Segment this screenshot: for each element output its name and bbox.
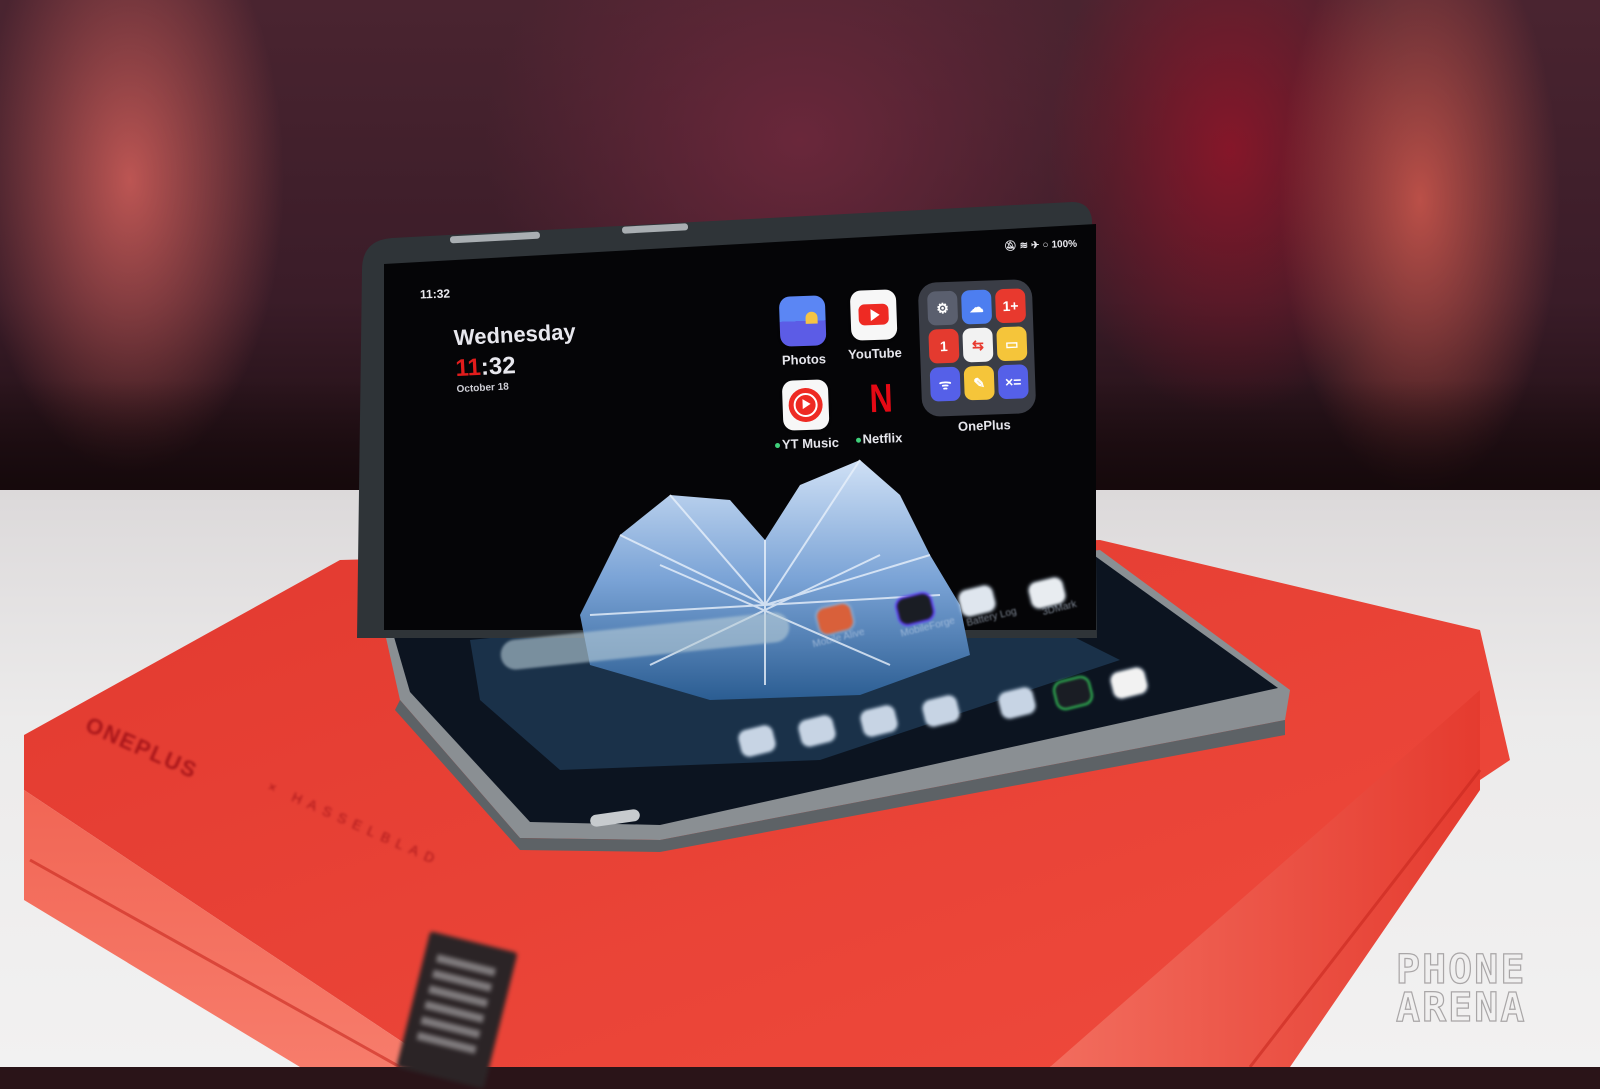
wifi-icon: ≋ (1019, 240, 1029, 252)
app-youtube[interactable]: YouTube (833, 289, 915, 363)
yt-music-icon (781, 379, 830, 431)
status-bar-time: 11:32 (419, 286, 451, 302)
airplane-icon: ✈ (1030, 240, 1040, 252)
new-install-dot (855, 437, 861, 443)
clock-hour: 11 (454, 353, 482, 383)
photos-icon (778, 295, 827, 347)
app-yt-music[interactable]: YT Music (765, 379, 847, 453)
clock-minutes: :32 (480, 352, 517, 381)
app-label: Photos (781, 351, 827, 368)
netflix-icon: N (868, 376, 894, 422)
app-netflix[interactable]: N Netflix (837, 374, 919, 448)
watermark-line: ARENA (1395, 985, 1527, 1031)
settings-icon[interactable]: ⚙ (927, 290, 959, 326)
battery-percentage: 100% (1051, 238, 1078, 251)
new-install-dot (774, 442, 781, 449)
clock-widget[interactable]: Wednesday 11:32 October 18 (453, 319, 578, 395)
weather-icon[interactable]: ☁ (960, 289, 993, 325)
files-icon[interactable]: ▭ (996, 326, 1028, 362)
crystal-art (580, 459, 970, 700)
calendar-icon[interactable]: 1 (928, 328, 960, 364)
app-label: YouTube (847, 345, 903, 362)
watermark-line: PHONE (1395, 947, 1527, 993)
clone-phone-icon[interactable]: ⇆ (962, 327, 994, 363)
crystal-wallpaper (560, 455, 980, 705)
app-photos[interactable]: Photos (762, 295, 844, 369)
phonearena-watermark: PHONE ARENA (1395, 947, 1527, 1031)
folder-label: OnePlus (957, 417, 1011, 434)
app-label: YT Music (774, 435, 839, 452)
calculator-icon[interactable]: ×= (997, 364, 1029, 400)
youtube-icon (849, 289, 898, 341)
oneplus-community-icon[interactable]: 1+ (994, 288, 1027, 324)
clock-day: Wednesday (453, 318, 577, 351)
notes-icon[interactable]: ✎ (963, 365, 995, 401)
battery-icon: ○ (1042, 239, 1049, 251)
crystal-shape (580, 460, 970, 700)
app-label: Netflix (855, 430, 903, 447)
oneplus-folder[interactable]: ⚙ ☁ 1+ 1 ⇆ ▭ ᯤ ✎ ×= (917, 279, 1037, 417)
mute-icon: 🔕︎ (1003, 240, 1017, 253)
remote-icon[interactable]: ᯤ (929, 366, 961, 402)
